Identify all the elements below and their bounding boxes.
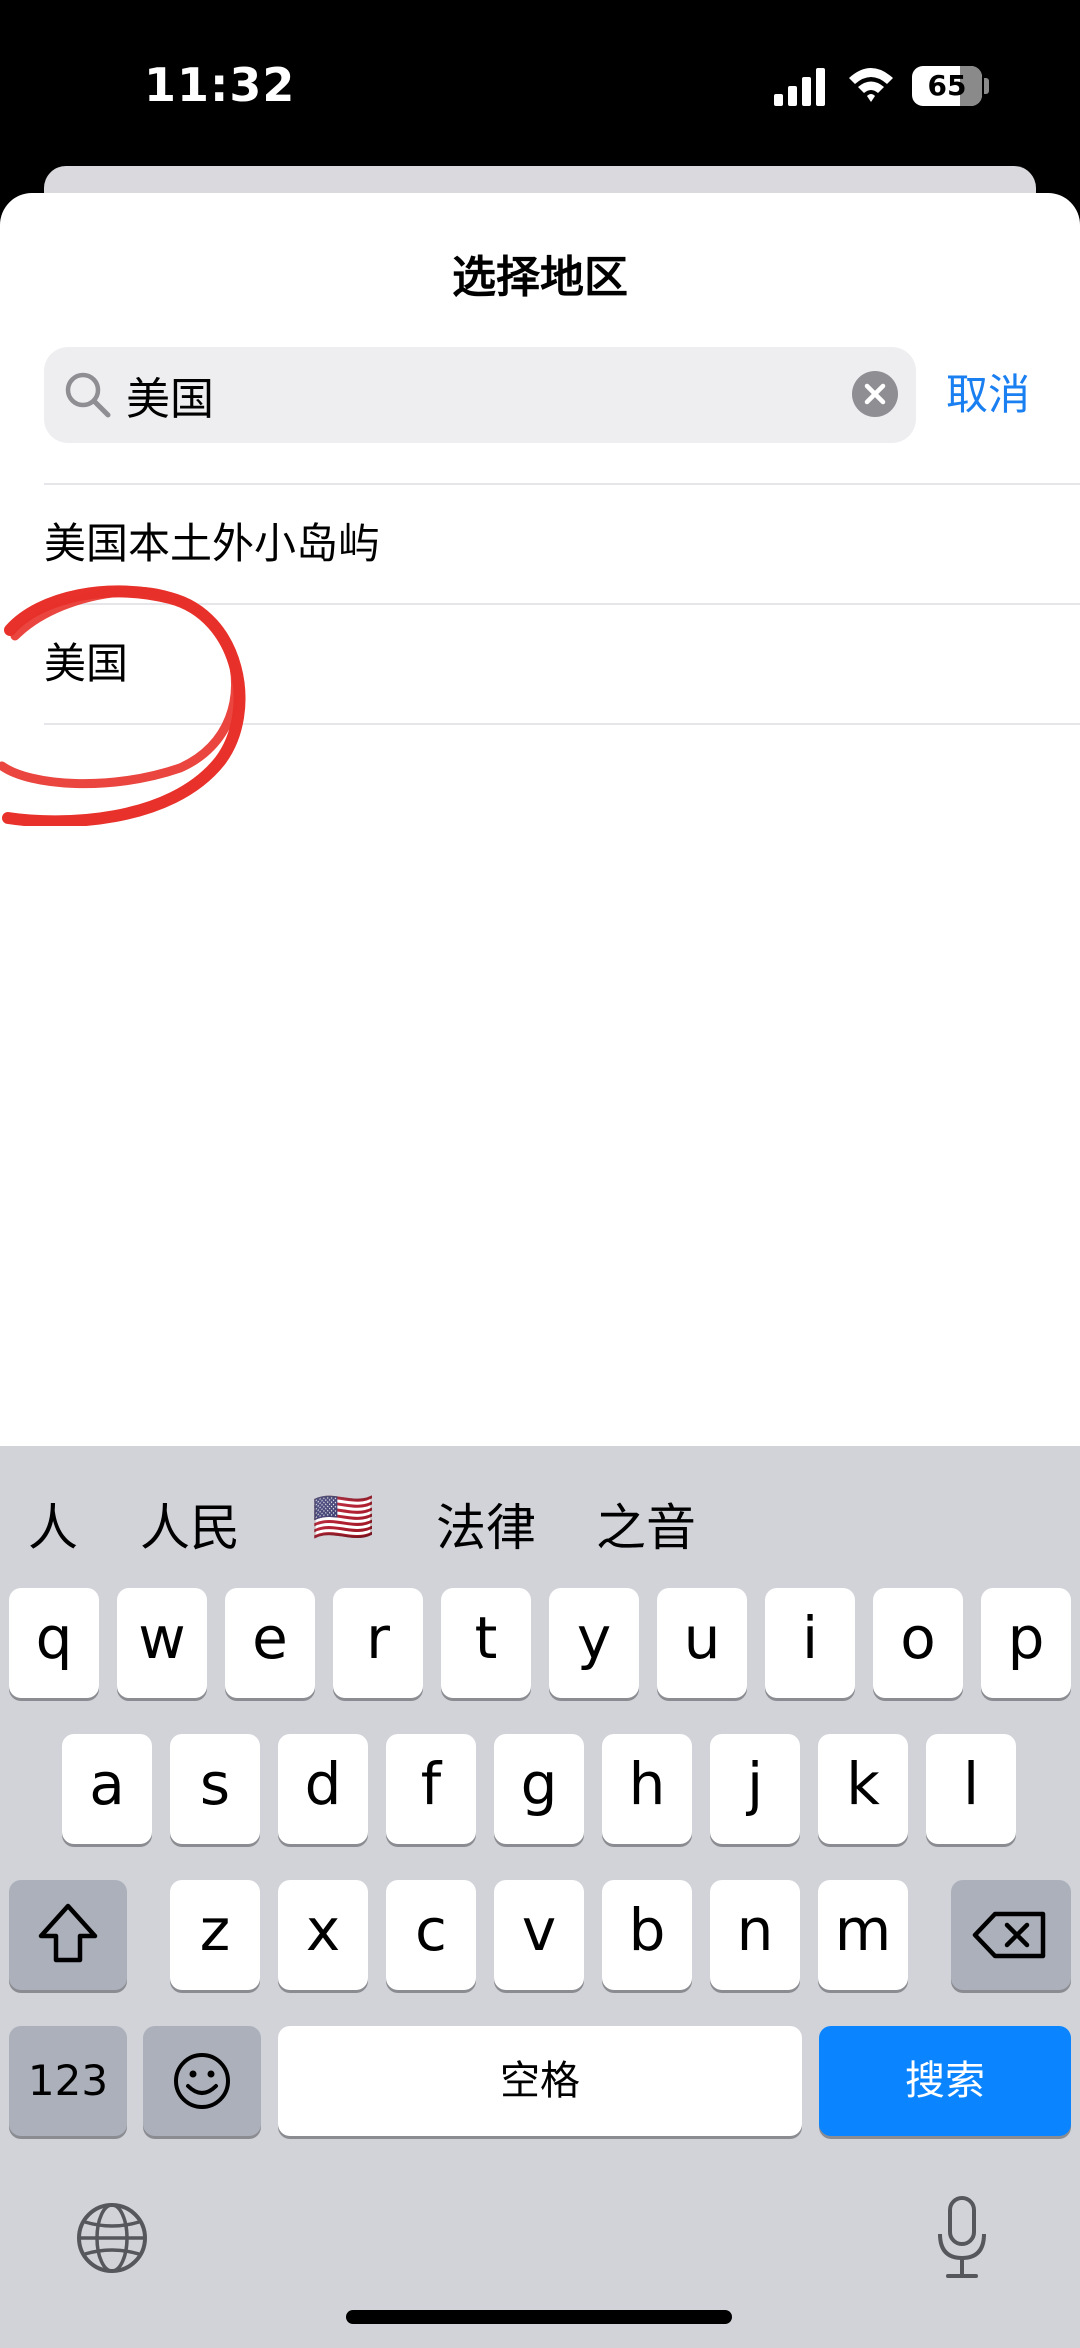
key-t[interactable]: t bbox=[441, 1588, 531, 1698]
battery-tip bbox=[984, 78, 989, 94]
home-indicator bbox=[346, 2310, 732, 2324]
key-x[interactable]: x bbox=[278, 1880, 368, 1990]
key-e[interactable]: e bbox=[225, 1588, 315, 1698]
numbers-key[interactable]: 123 bbox=[9, 2026, 127, 2136]
clear-search-button[interactable] bbox=[852, 371, 898, 417]
key-s[interactable]: s bbox=[170, 1734, 260, 1844]
key-d[interactable]: d bbox=[278, 1734, 368, 1844]
candidate-1[interactable]: 人 bbox=[28, 1488, 78, 1560]
search-icon bbox=[65, 372, 111, 418]
cellular-signal-icon bbox=[774, 68, 825, 106]
wifi-icon bbox=[849, 68, 893, 102]
search-input[interactable] bbox=[126, 347, 806, 443]
backspace-key[interactable] bbox=[951, 1880, 1071, 1990]
cancel-button[interactable]: 取消 bbox=[946, 347, 1030, 443]
key-z[interactable]: z bbox=[170, 1880, 260, 1990]
key-o[interactable]: o bbox=[873, 1588, 963, 1698]
result-item-united-states[interactable]: 美国 bbox=[44, 605, 1080, 723]
search-bar[interactable] bbox=[44, 347, 916, 443]
results-list: 美国本土外小岛屿 美国 bbox=[44, 483, 1080, 725]
key-w[interactable]: w bbox=[117, 1588, 207, 1698]
key-r[interactable]: r bbox=[333, 1588, 423, 1698]
search-key[interactable]: 搜索 bbox=[819, 2026, 1071, 2136]
candidate-3[interactable]: 法律 bbox=[436, 1488, 536, 1560]
candidate-4[interactable]: 之音 bbox=[596, 1488, 696, 1560]
sheet-title: 选择地区 bbox=[452, 252, 628, 303]
key-g[interactable]: g bbox=[494, 1734, 584, 1844]
keyboard: 人 人民 🇺🇸 法律 之音 q w e r t y u i o p a s d … bbox=[0, 1446, 1080, 2348]
key-p[interactable]: p bbox=[981, 1588, 1071, 1698]
candidate-2[interactable]: 人民 bbox=[140, 1488, 240, 1560]
result-item-us-minor-outlying-islands[interactable]: 美国本土外小岛屿 bbox=[44, 485, 1080, 603]
key-q[interactable]: q bbox=[9, 1588, 99, 1698]
key-a[interactable]: a bbox=[62, 1734, 152, 1844]
battery-icon: 65 bbox=[912, 66, 982, 106]
key-b[interactable]: b bbox=[602, 1880, 692, 1990]
status-time: 11:32 bbox=[144, 58, 296, 112]
key-c[interactable]: c bbox=[386, 1880, 476, 1990]
key-l[interactable]: l bbox=[926, 1734, 1016, 1844]
emoji-icon bbox=[174, 2053, 230, 2109]
backspace-icon bbox=[972, 1911, 1046, 1959]
key-v[interactable]: v bbox=[494, 1880, 584, 1990]
emoji-key[interactable] bbox=[143, 2026, 261, 2136]
shift-icon bbox=[38, 1903, 98, 1963]
battery-level: 65 bbox=[927, 69, 967, 102]
microphone-icon[interactable] bbox=[932, 2194, 992, 2282]
candidate-flag[interactable]: 🇺🇸 bbox=[312, 1488, 374, 1547]
key-i[interactable]: i bbox=[765, 1588, 855, 1698]
key-m[interactable]: m bbox=[818, 1880, 908, 1990]
status-bar: 11:32 65 bbox=[0, 0, 1080, 170]
key-k[interactable]: k bbox=[818, 1734, 908, 1844]
key-n[interactable]: n bbox=[710, 1880, 800, 1990]
key-j[interactable]: j bbox=[710, 1734, 800, 1844]
close-icon bbox=[864, 383, 886, 405]
shift-key[interactable] bbox=[9, 1880, 127, 1990]
globe-icon[interactable] bbox=[74, 2200, 150, 2276]
divider bbox=[44, 723, 1080, 725]
key-u[interactable]: u bbox=[657, 1588, 747, 1698]
key-h[interactable]: h bbox=[602, 1734, 692, 1844]
key-f[interactable]: f bbox=[386, 1734, 476, 1844]
space-key[interactable]: 空格 bbox=[278, 2026, 802, 2136]
key-y[interactable]: y bbox=[549, 1588, 639, 1698]
